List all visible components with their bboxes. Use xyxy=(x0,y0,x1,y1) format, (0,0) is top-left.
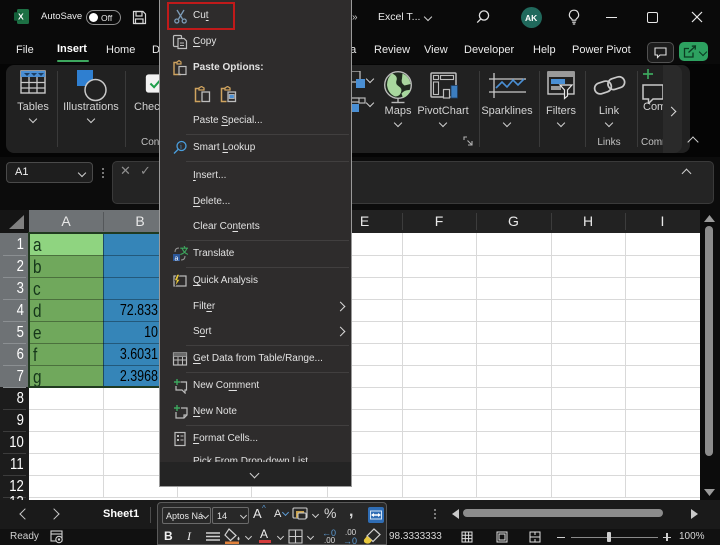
svg-text:i: i xyxy=(180,143,182,151)
svg-text:a: a xyxy=(175,256,179,263)
svg-text:文: 文 xyxy=(179,246,188,256)
svg-text:X: X xyxy=(18,12,24,22)
